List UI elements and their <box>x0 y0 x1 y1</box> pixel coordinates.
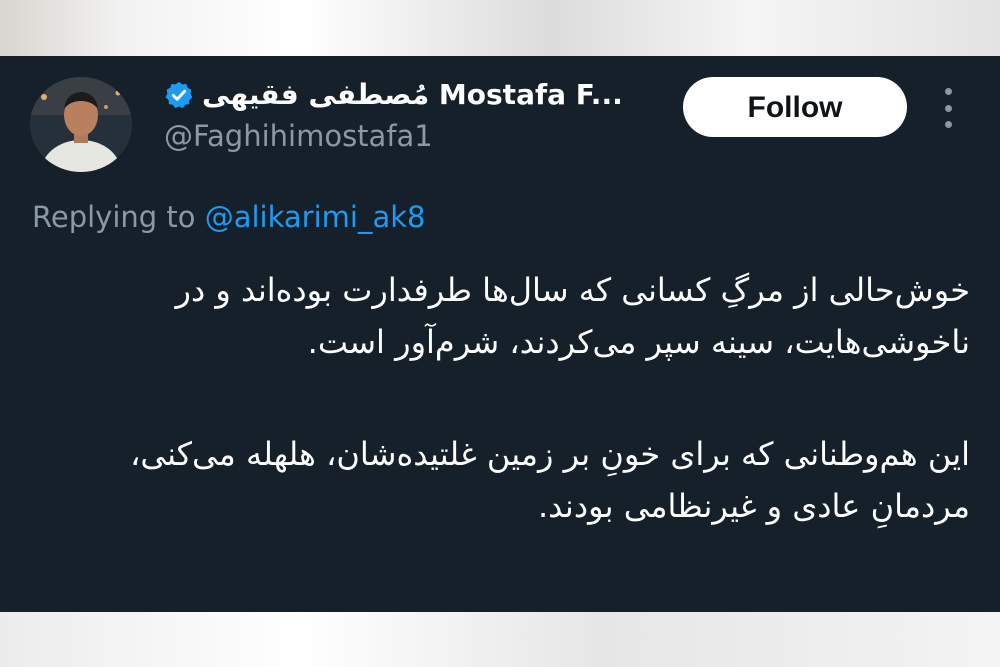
tweet-paragraph: این هم‌وطنانی که برای خونِ بر زمین غلتید… <box>130 435 970 525</box>
author-name-row: مُصطفی فقیهی Mostafa F... <box>164 76 623 114</box>
author-handle[interactable]: @Faghihimostafa1 <box>164 118 433 154</box>
blurred-background-bottom <box>0 612 1000 667</box>
dot <box>944 121 952 128</box>
replying-to-label: Replying to <box>32 200 196 234</box>
tweet-paragraph: خوش‌حالی از مرگِ کسانی که سال‌ها طرفدارت… <box>175 271 970 361</box>
author-display-name[interactable]: مُصطفی فقیهی Mostafa F... <box>202 78 623 112</box>
user-photo-avatar-icon <box>30 77 132 172</box>
replying-to-line: Replying to @alikarimi_ak8 <box>32 197 425 237</box>
dot <box>944 104 952 112</box>
more-options-icon[interactable] <box>936 88 960 128</box>
follow-button[interactable]: Follow <box>683 77 907 137</box>
author-avatar[interactable] <box>30 77 132 172</box>
dot <box>944 88 952 95</box>
tweet-text: خوش‌حالی از مرگِ کسانی که سال‌ها طرفدارت… <box>25 264 970 532</box>
verified-badge-icon <box>165 81 193 109</box>
replying-to-handle-link[interactable]: @alikarimi_ak8 <box>205 200 426 234</box>
blurred-background-top <box>0 0 1000 56</box>
